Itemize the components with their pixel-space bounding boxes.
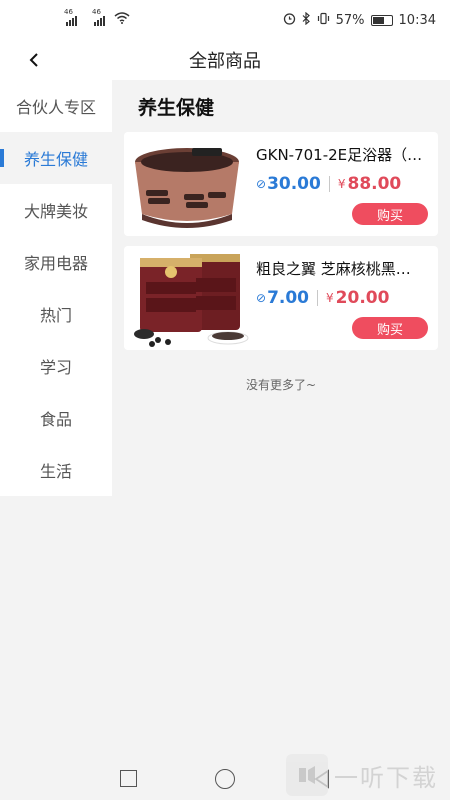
battery-percent: 57% [335, 12, 365, 28]
back-button[interactable] [20, 46, 48, 74]
status-right: 57% 10:34 [283, 11, 436, 29]
product-image-black-bean-powder[interactable] [124, 246, 250, 350]
status-left: 46 46 [64, 8, 130, 28]
sidebar-item-hot[interactable]: 热门 [0, 288, 112, 340]
member-price: 30.00 [267, 174, 321, 194]
member-price: 7.00 [267, 288, 310, 308]
wifi-icon [114, 12, 130, 28]
alarm-icon [283, 12, 296, 29]
member-coin-icon: ⊘ [256, 177, 267, 191]
watermark: 一听下载 [280, 750, 450, 800]
product-price: 20.00 [335, 288, 390, 308]
vibrate-icon [317, 12, 330, 29]
end-of-list-text: 没有更多了~ [245, 378, 317, 392]
sidebar-item-food[interactable]: 食品 [0, 392, 112, 444]
price-row: ⊘ 30.00 ¥ 88.00 [256, 174, 401, 194]
product-title[interactable]: 粗良之翼 芝麻核桃黑… [256, 258, 434, 279]
currency-symbol: ¥ [326, 291, 334, 305]
network-type-label-2: 46 [92, 8, 101, 16]
price-row: ⊘ 7.00 ¥ 20.00 [256, 288, 389, 308]
buy-button[interactable]: 购买 [352, 317, 428, 339]
currency-symbol: ¥ [337, 177, 346, 191]
cellular-signal-icon-2: 46 [92, 8, 108, 26]
product-card[interactable]: GKN-701-2E足浴器（… ⊘ 30.00 ¥ 88.00 购买 [124, 132, 438, 236]
sidebar-item-brand-beauty[interactable]: 大牌美妆 [0, 184, 112, 236]
sidebar-item-partner-zone[interactable]: 合伙人专区 [0, 80, 112, 132]
buy-button[interactable]: 购买 [352, 203, 428, 225]
product-list-panel: 养生保健 GKN-701-2E足浴器（… ⊘ 30.00 ¥ 88.00 购买 … [112, 80, 450, 760]
watermark-logo-icon [286, 754, 328, 796]
status-bar: 46 46 57% 10:34 [0, 0, 450, 40]
sidebar-item-study[interactable]: 学习 [0, 340, 112, 392]
clock-time: 10:34 [398, 12, 436, 28]
product-title[interactable]: GKN-701-2E足浴器（… [256, 144, 434, 165]
sidebar-item-health-care[interactable]: 养生保健 [0, 132, 112, 184]
member-coin-icon: ⊘ [256, 291, 267, 305]
price-divider [317, 290, 319, 306]
cellular-signal-icon: 46 [64, 8, 80, 26]
network-type-label: 46 [64, 8, 73, 16]
sidebar-item-home-appliances[interactable]: 家用电器 [0, 236, 112, 288]
bluetooth-icon [302, 11, 311, 29]
product-price: 88.00 [347, 174, 402, 194]
chevron-left-icon [29, 53, 38, 67]
category-sidebar: 合伙人专区 养生保健 大牌美妆 家用电器 热门 学习 食品 生活 [0, 80, 112, 496]
page-title: 全部商品 [189, 51, 261, 72]
product-card[interactable]: 粗良之翼 芝麻核桃黑… ⊘ 7.00 ¥ 20.00 购买 [124, 246, 438, 350]
product-image-foot-bath[interactable] [124, 132, 250, 236]
section-title: 养生保健 [138, 97, 215, 119]
recent-apps-button[interactable] [120, 770, 137, 787]
price-divider [328, 176, 330, 192]
top-app-bar: 全部商品 [0, 40, 450, 80]
home-button[interactable] [215, 769, 235, 789]
watermark-text: 一听下载 [334, 763, 438, 792]
battery-icon [370, 14, 393, 26]
sidebar-item-life[interactable]: 生活 [0, 444, 112, 496]
